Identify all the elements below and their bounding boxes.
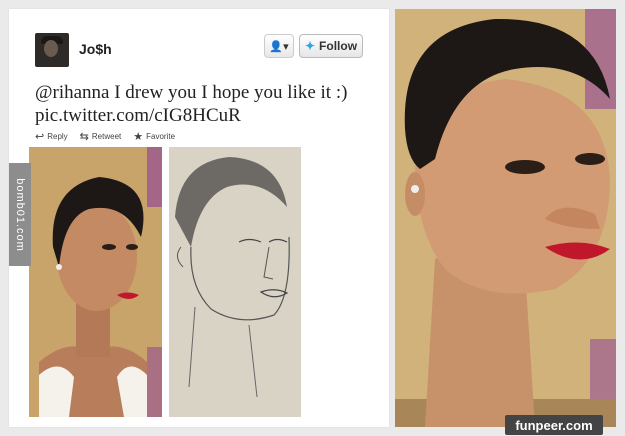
follow-button[interactable]: ✦ Follow: [299, 34, 363, 58]
user-actions-button[interactable]: 👤▾: [264, 34, 294, 58]
tweet-text: @rihanna I drew you I hope you like it :…: [35, 81, 375, 127]
tweet-link[interactable]: pic.twitter.com/cIG8HCuR: [35, 104, 375, 127]
retweet-action[interactable]: ⇆ Retweet: [80, 130, 122, 143]
reply-icon: ↩: [35, 131, 45, 143]
tweet-photo[interactable]: [29, 147, 321, 417]
side-watermark: bomb01.com: [9, 163, 31, 266]
reply-label: Reply: [47, 132, 68, 141]
reply-action[interactable]: ↩ Reply: [35, 130, 68, 143]
username[interactable]: Jo$h: [79, 41, 112, 57]
edited-face-photo: [395, 9, 616, 427]
twitter-bird-icon: ✦: [304, 39, 316, 53]
tweet-card: Jo$h 👤▾ ✦ Follow @rihanna I drew you I h…: [9, 9, 389, 427]
favorite-label: Favorite: [146, 132, 176, 141]
retweet-icon: ⇆: [79, 131, 89, 143]
sketch-drawing: [169, 147, 301, 417]
favorite-action[interactable]: ★ Favorite: [133, 130, 175, 143]
tweet-actions: ↩ Reply ⇆ Retweet ★ Favorite: [35, 130, 175, 143]
person-dropdown-icon: 👤▾: [269, 40, 289, 53]
rihanna-photo: [29, 147, 162, 417]
tweet-text-line1: @rihanna I drew you I hope you like it :…: [35, 82, 348, 103]
follow-label: Follow: [319, 39, 358, 53]
star-icon: ★: [133, 131, 144, 143]
retweet-label: Retweet: [91, 132, 122, 141]
avatar[interactable]: [35, 33, 69, 67]
brand-watermark: funpeer.com: [505, 415, 603, 435]
